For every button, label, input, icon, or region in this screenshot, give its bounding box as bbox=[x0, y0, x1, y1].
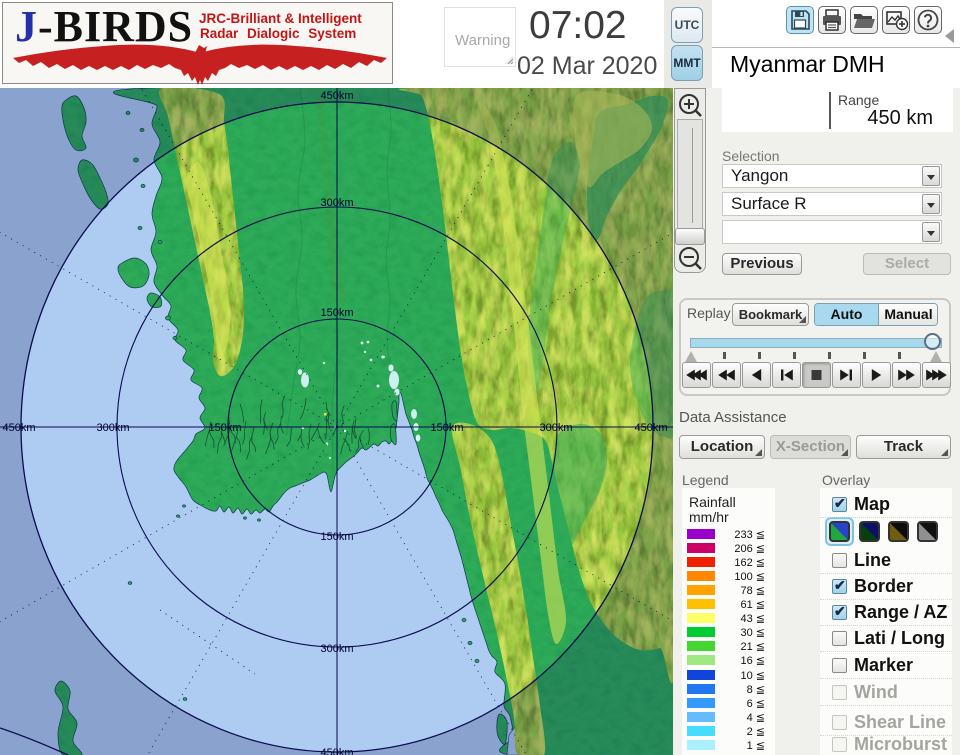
svg-text:300km: 300km bbox=[539, 422, 572, 434]
svg-text:450km: 450km bbox=[320, 747, 353, 755]
svg-text:450km: 450km bbox=[320, 90, 353, 102]
svg-text:450km: 450km bbox=[2, 422, 35, 434]
svg-text:150km: 150km bbox=[430, 422, 463, 434]
svg-text:300km: 300km bbox=[96, 422, 129, 434]
svg-text:450km: 450km bbox=[634, 422, 667, 434]
svg-text:150km: 150km bbox=[208, 422, 241, 434]
svg-text:300km: 300km bbox=[320, 197, 353, 209]
svg-text:150km: 150km bbox=[320, 307, 353, 319]
svg-text:300km: 300km bbox=[320, 643, 353, 655]
svg-text:150km: 150km bbox=[320, 531, 353, 543]
